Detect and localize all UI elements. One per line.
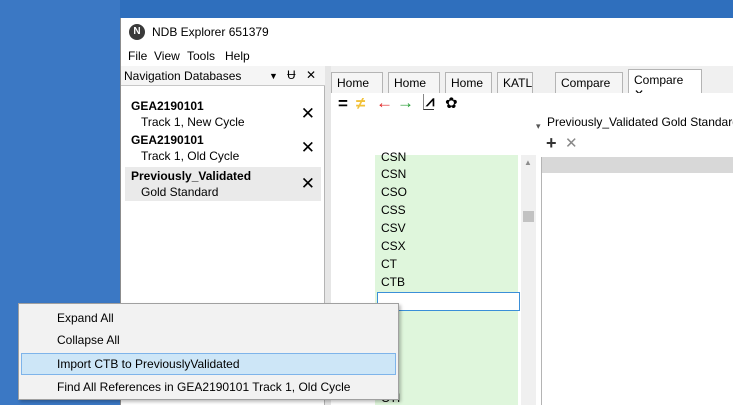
compare-detail-panel [541, 157, 733, 405]
list-item[interactable]: CT [381, 257, 397, 271]
menu-view[interactable]: View [154, 49, 180, 63]
nav-dropdown-icon[interactable]: ▼ [269, 71, 278, 81]
list-item[interactable]: CSN [381, 167, 406, 181]
document-tabs: Home Home Home KATL Compare Compare ✕ [331, 69, 733, 101]
database-subtitle: Gold Standard [141, 185, 219, 199]
menu-item-label: Find All References in GEA2190101 Track … [57, 380, 351, 394]
menu-item-expand-all[interactable]: Expand All [21, 307, 396, 329]
equal-icon[interactable]: = [338, 94, 348, 114]
remove-icon[interactable]: ✕ [565, 134, 578, 152]
compare-dropdown-icon[interactable]: ▾ [536, 121, 541, 132]
database-item[interactable]: GEA2190101 Track 1, New Cycle ✕ [125, 97, 321, 131]
pin-icon[interactable]: Ʉ [287, 68, 296, 82]
plus-icon[interactable]: + [546, 133, 557, 154]
list-item[interactable]: CSS [381, 203, 406, 217]
context-menu: Expand All Collapse All Import CTB to Pr… [18, 303, 399, 400]
remove-database-icon[interactable]: ✕ [301, 138, 315, 158]
remove-database-icon[interactable]: ✕ [301, 104, 315, 124]
remove-database-icon[interactable]: ✕ [301, 174, 315, 194]
detail-panel-border [541, 157, 542, 405]
menu-tools[interactable]: Tools [187, 49, 215, 63]
not-equal-icon[interactable]: ≠ [356, 94, 365, 114]
menu-help[interactable]: Help [225, 49, 250, 63]
database-name: GEA2190101 [131, 133, 204, 147]
arrow-right-icon[interactable]: → [397, 93, 414, 113]
scroll-up-icon[interactable]: ▲ [524, 158, 532, 167]
menu-file[interactable]: File [128, 49, 147, 63]
database-item[interactable]: GEA2190101 Track 1, Old Cycle ✕ [125, 131, 321, 165]
list-item[interactable]: CTB [381, 275, 405, 289]
compare-database-label: Previously_Validated Gold Standard [547, 115, 733, 129]
database-name: Previously_Validated [131, 169, 252, 183]
database-name: GEA2190101 [131, 99, 204, 113]
nav-close-icon[interactable]: ✕ [306, 68, 316, 82]
menu-item-collapse-all[interactable]: Collapse All [21, 329, 396, 351]
arrow-left-icon[interactable]: ← [376, 93, 393, 113]
window-title: NDB Explorer 651379 [152, 25, 269, 39]
app-logo-icon: N [129, 24, 145, 40]
tab-home-2[interactable]: Home [388, 72, 440, 93]
tab-compare-1[interactable]: Compare [555, 72, 623, 93]
menu-item-label: Expand All [57, 311, 114, 325]
nav-panel-header: Navigation Databases ▼ Ʉ ✕ [121, 66, 325, 86]
detail-panel-header [541, 157, 733, 173]
list-scrollbar[interactable]: ▲ [521, 155, 536, 405]
menu-item-import[interactable]: Import CTB to PreviouslyValidated [21, 353, 396, 375]
tab-compare-active[interactable]: Compare ✕ [628, 69, 702, 101]
menu-bar: File View Tools Help [121, 46, 733, 66]
list-item[interactable]: CSX [381, 239, 406, 253]
tab-home-1[interactable]: Home [331, 72, 383, 93]
gear-icon[interactable]: ✿ [445, 94, 458, 112]
scrollbar-thumb[interactable] [523, 211, 534, 222]
menu-item-find-references[interactable]: Find All References in GEA2190101 Track … [21, 376, 396, 398]
list-item[interactable]: CSN [381, 150, 406, 164]
chart-icon[interactable]: ⩘ [423, 94, 435, 110]
list-item[interactable]: CSO [381, 185, 407, 199]
tab-katl[interactable]: KATL [497, 72, 533, 93]
menu-item-label: Import CTB to PreviouslyValidated [57, 357, 240, 371]
list-item[interactable]: CSV [381, 221, 406, 235]
menu-item-label: Collapse All [57, 333, 120, 347]
database-subtitle: Track 1, Old Cycle [141, 149, 240, 163]
database-item-selected[interactable]: Previously_Validated Gold Standard ✕ [125, 167, 321, 201]
database-subtitle: Track 1, New Cycle [141, 115, 245, 129]
title-bar: N NDB Explorer 651379 [121, 18, 733, 46]
nav-panel-title: Navigation Databases [124, 69, 242, 83]
tab-home-3[interactable]: Home [445, 72, 492, 93]
